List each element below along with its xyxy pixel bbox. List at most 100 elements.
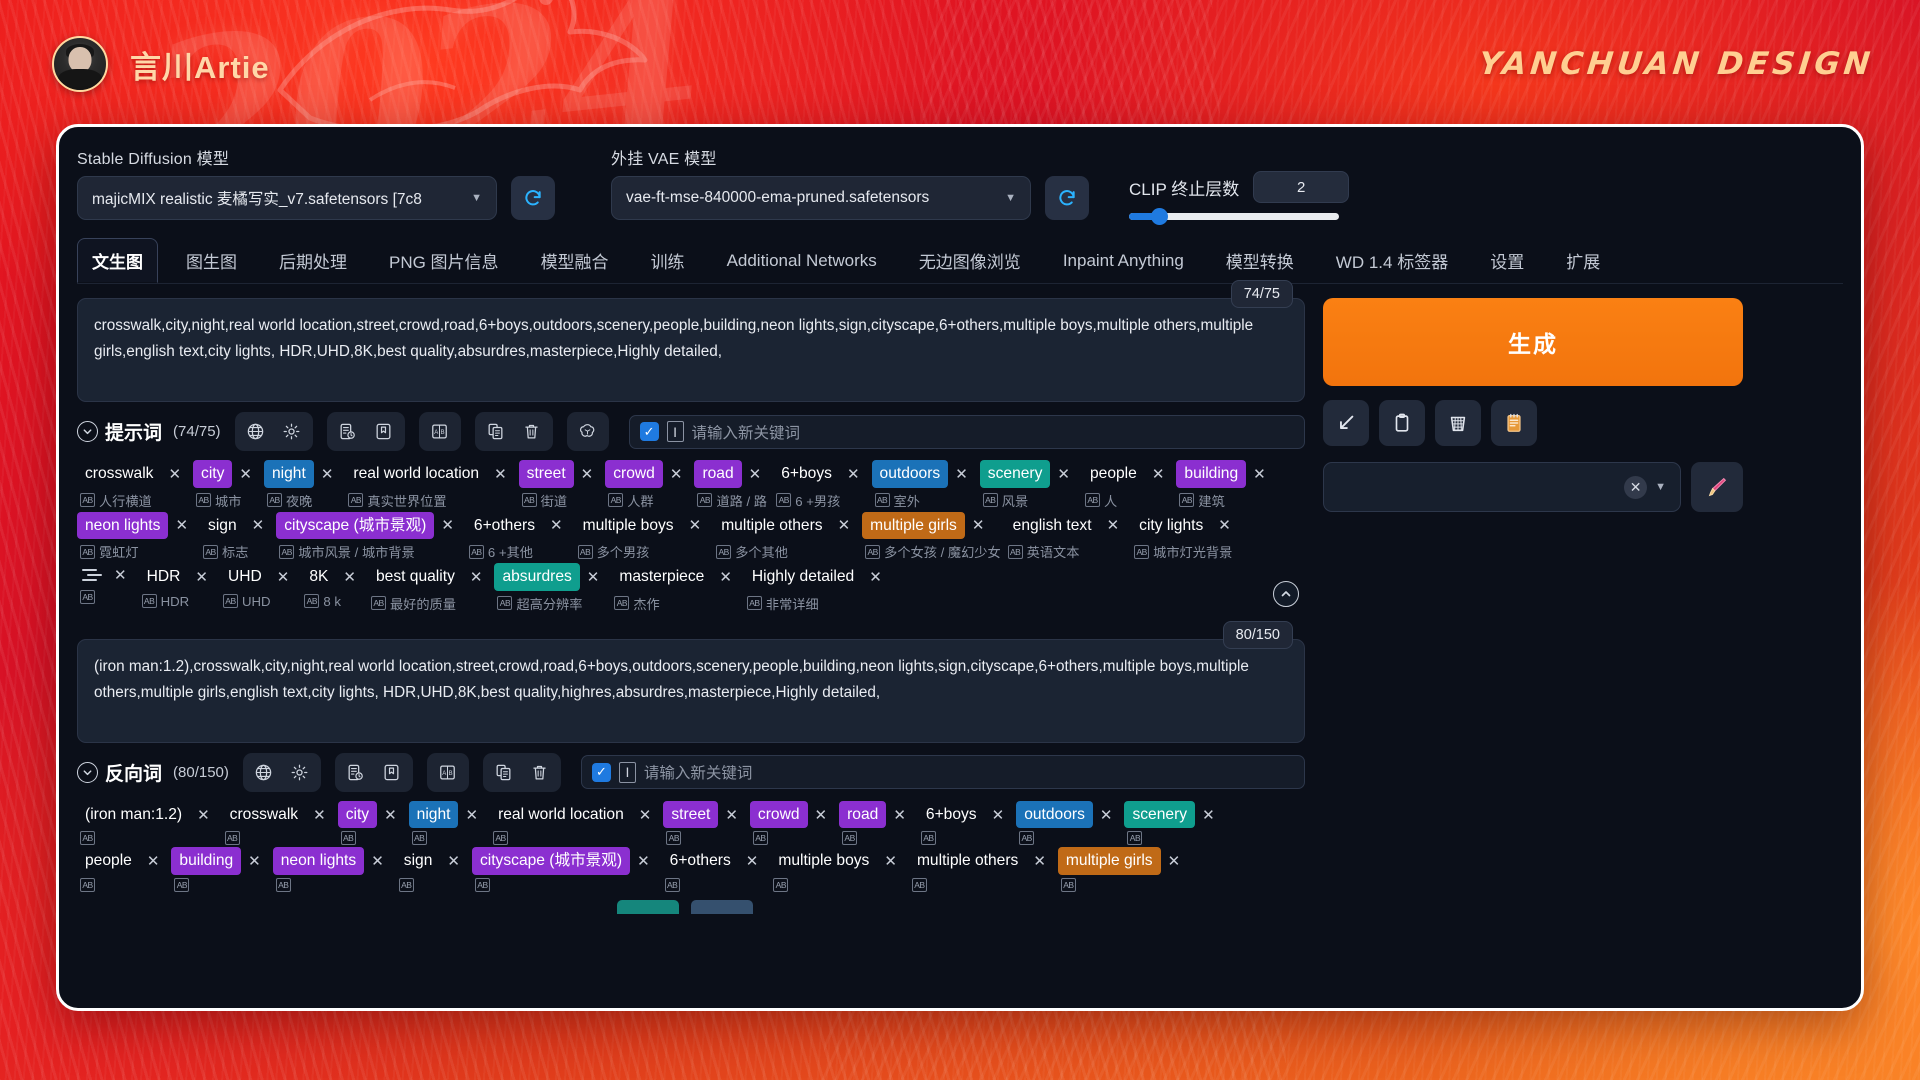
remove-tag-icon[interactable]: ✕: [245, 516, 273, 534]
tag-label[interactable]: 6+boys: [918, 801, 985, 829]
tab-10[interactable]: WD 1.4 标签器: [1322, 239, 1462, 282]
tag-label[interactable]: multiple girls: [1057, 847, 1161, 875]
bookmark-icon[interactable]: [375, 757, 409, 788]
sd-model-select[interactable]: majicMIX realistic 麦橘写实_v7.safetensors […: [77, 176, 497, 220]
remove-tag-icon[interactable]: ✕: [886, 806, 914, 824]
remove-tag-icon[interactable]: ✕: [107, 566, 135, 584]
remove-tag-icon[interactable]: ✕: [241, 852, 269, 870]
tag-label[interactable]: multiple others: [713, 512, 830, 540]
remove-tag-icon[interactable]: ✕: [574, 465, 602, 483]
remove-tag-icon[interactable]: ✕: [630, 852, 658, 870]
style-select[interactable]: ✕ ▼: [1323, 462, 1681, 512]
peek-chip-blue[interactable]: [691, 899, 753, 914]
translate-icon[interactable]: AB: [431, 757, 465, 788]
remove-tag-icon[interactable]: ✕: [487, 465, 515, 483]
apply-style-brush-button[interactable]: [1691, 462, 1743, 512]
arrow-down-left-icon[interactable]: [1323, 400, 1369, 446]
tag-label[interactable]: scenery: [1124, 800, 1196, 829]
sort-tags-icon[interactable]: [77, 563, 107, 587]
tag-label[interactable]: crowd: [749, 800, 808, 829]
tab-1[interactable]: 图生图: [172, 239, 251, 282]
remove-tag-icon[interactable]: ✕: [1050, 465, 1078, 483]
tab-3[interactable]: PNG 图片信息: [375, 239, 513, 282]
remove-tag-icon[interactable]: ✕: [831, 516, 859, 534]
gear-icon[interactable]: [283, 757, 317, 788]
remove-tag-icon[interactable]: ✕: [543, 516, 571, 534]
remove-tag-icon[interactable]: ✕: [1145, 465, 1173, 483]
peek-chip-teal[interactable]: [617, 899, 679, 914]
collapse-tags-button[interactable]: [1273, 580, 1299, 607]
tag-label[interactable]: city lights: [1131, 512, 1211, 540]
remove-tag-icon[interactable]: ✕: [742, 465, 770, 483]
tag-label[interactable]: road: [839, 800, 887, 829]
gear-icon[interactable]: [275, 416, 309, 447]
tab-2[interactable]: 后期处理: [265, 239, 361, 282]
tag-label[interactable]: real world location: [345, 460, 487, 488]
tag-label[interactable]: outdoors: [1016, 800, 1093, 829]
remove-tag-icon[interactable]: ✕: [1195, 806, 1223, 824]
tag-label[interactable]: 6+others: [466, 512, 543, 540]
keyword-checkbox[interactable]: ✓: [639, 422, 659, 441]
clear-x-icon[interactable]: ✕: [1624, 475, 1648, 499]
remove-tag-icon[interactable]: ✕: [377, 806, 405, 824]
negative-new-keyword-input[interactable]: ✓ I 请输入新关键词: [580, 755, 1305, 790]
remove-tag-icon[interactable]: ✕: [306, 806, 334, 824]
tag-label[interactable]: outdoors: [871, 460, 949, 488]
remove-tag-icon[interactable]: ✕: [232, 465, 260, 483]
tab-8[interactable]: Inpaint Anything: [1049, 242, 1198, 280]
globe-icon[interactable]: [239, 416, 273, 447]
remove-tag-icon[interactable]: ✕: [965, 516, 993, 534]
tag-label[interactable]: Highly detailed: [744, 563, 862, 591]
tab-12[interactable]: 扩展: [1552, 239, 1614, 282]
remove-tag-icon[interactable]: ✕: [1211, 516, 1239, 534]
tab-7[interactable]: 无边图像浏览: [905, 239, 1035, 282]
remove-tag-icon[interactable]: ✕: [1026, 852, 1054, 870]
tag-label[interactable]: multiple girls: [862, 511, 965, 540]
tab-11[interactable]: 设置: [1476, 239, 1538, 282]
remove-tag-icon[interactable]: ✕: [168, 516, 196, 534]
remove-tag-icon[interactable]: ✕: [739, 852, 767, 870]
remove-tag-icon[interactable]: ✕: [458, 806, 486, 824]
tag-label[interactable]: night: [264, 460, 314, 488]
tag-label[interactable]: multiple boys: [575, 512, 682, 540]
remove-tag-icon[interactable]: ✕: [712, 568, 740, 586]
remove-tag-icon[interactable]: ✕: [1161, 852, 1189, 870]
tag-label[interactable]: cityscape (城市景观): [471, 847, 631, 875]
tag-label[interactable]: street: [663, 800, 719, 829]
remove-tag-icon[interactable]: ✕: [663, 465, 691, 483]
tag-label[interactable]: (iron man:1.2): [77, 801, 190, 829]
remove-tag-icon[interactable]: ✕: [1093, 806, 1121, 824]
tag-label[interactable]: absurdres: [494, 563, 580, 591]
tag-label[interactable]: best quality: [368, 563, 463, 591]
tag-label[interactable]: english text: [1005, 512, 1100, 540]
remove-tag-icon[interactable]: ✕: [862, 568, 890, 586]
remove-tag-icon[interactable]: ✕: [808, 806, 836, 824]
clip-skip-slider-knob[interactable]: [1151, 208, 1168, 225]
remove-tag-icon[interactable]: ✕: [434, 516, 462, 534]
clipboard-icon[interactable]: [1379, 400, 1425, 446]
remove-tag-icon[interactable]: ✕: [463, 568, 491, 586]
tab-0[interactable]: 文生图: [77, 238, 158, 283]
tag-label[interactable]: building: [1176, 460, 1247, 488]
bookmark-icon[interactable]: [367, 416, 401, 447]
clip-skip-value[interactable]: 2: [1253, 171, 1350, 203]
tag-label[interactable]: city: [193, 460, 233, 488]
trash-icon[interactable]: [523, 757, 557, 788]
tag-label[interactable]: neon lights: [77, 511, 169, 540]
tag-label[interactable]: cityscape (城市景观): [276, 511, 435, 540]
trash-basket-icon[interactable]: [1435, 400, 1481, 446]
tag-label[interactable]: crosswalk: [77, 460, 161, 488]
tag-label[interactable]: UHD: [220, 563, 270, 591]
remove-tag-icon[interactable]: ✕: [140, 852, 168, 870]
tag-label[interactable]: 8K: [301, 563, 336, 591]
tab-4[interactable]: 模型融合: [527, 239, 623, 282]
remove-tag-icon[interactable]: ✕: [440, 852, 468, 870]
remove-tag-icon[interactable]: ✕: [161, 465, 189, 483]
refresh-vae-model-button[interactable]: [1045, 176, 1089, 220]
remove-tag-icon[interactable]: ✕: [190, 806, 218, 824]
remove-tag-icon[interactable]: ✕: [1100, 516, 1128, 534]
tag-label[interactable]: multiple others: [909, 847, 1026, 875]
copy-icon[interactable]: [487, 757, 521, 788]
remove-tag-icon[interactable]: ✕: [840, 465, 868, 483]
positive-new-keyword-input[interactable]: ✓ I 请输入新关键词: [628, 414, 1305, 449]
